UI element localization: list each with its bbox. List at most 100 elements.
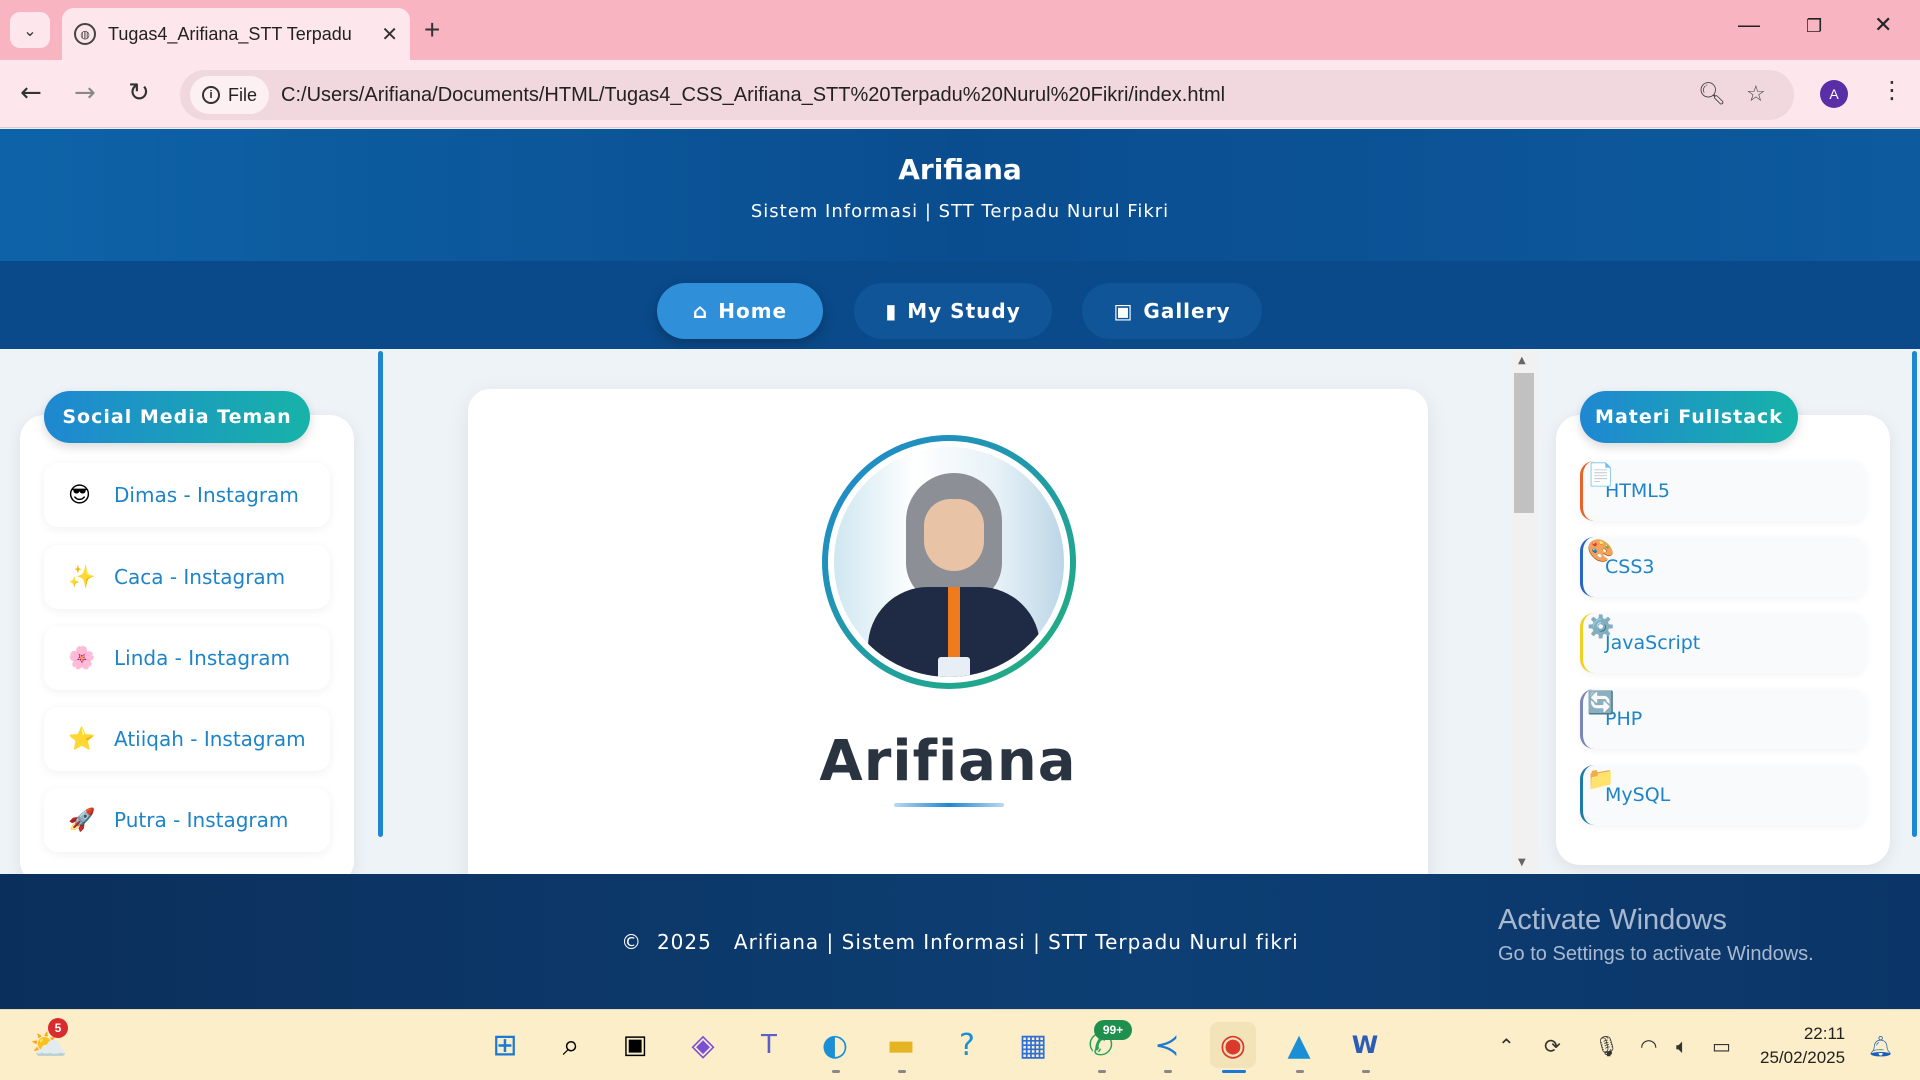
new-tab-icon[interactable]: + bbox=[424, 14, 440, 46]
profile-card: Arifiana bbox=[468, 389, 1428, 909]
browser-tab[interactable]: ◍ Tugas4_Arifiana_STT Terpadu N ✕ bbox=[62, 8, 410, 60]
friend-link[interactable]: 🌸 Linda - Instagram bbox=[44, 626, 330, 690]
page-scrollbar[interactable]: ▲ ▼ bbox=[1512, 349, 1538, 874]
watermark-title: Activate Windows bbox=[1498, 904, 1727, 936]
materi-link[interactable]: 📁 MySQL bbox=[1580, 765, 1866, 825]
folder-emoji-icon: 📁 bbox=[1587, 767, 1615, 792]
gallery-icon: ▣ bbox=[1113, 299, 1134, 323]
start-icon[interactable]: ⊞ bbox=[482, 1022, 528, 1068]
materi-link-label: MySQL bbox=[1605, 784, 1671, 806]
wifi-icon[interactable]: ◠ bbox=[1640, 1034, 1657, 1058]
close-tab-icon[interactable]: ✕ bbox=[381, 22, 398, 46]
back-icon[interactable]: ← bbox=[20, 78, 42, 108]
zoom-icon[interactable]: 🔍︎ bbox=[1698, 82, 1726, 107]
edge-icon[interactable]: ◐ bbox=[812, 1022, 858, 1068]
vscode-running-indicator bbox=[1164, 1070, 1172, 1073]
name-underline-divider bbox=[894, 803, 1004, 807]
weather-badge: 5 bbox=[48, 1018, 68, 1038]
book-icon: ▮ bbox=[885, 299, 898, 323]
materi-link[interactable]: ⚙️ JavaScript bbox=[1580, 613, 1866, 673]
bookmark-star-icon[interactable]: ☆ bbox=[1746, 82, 1766, 107]
url-text[interactable]: C:/Users/Arifiana/Documents/HTML/Tugas4_… bbox=[281, 84, 1225, 107]
vscode-icon[interactable]: ≺ bbox=[1144, 1022, 1190, 1068]
forward-icon[interactable]: → bbox=[74, 78, 96, 108]
friend-link[interactable]: 😎 Dimas - Instagram bbox=[44, 463, 330, 527]
profile-avatar[interactable]: A bbox=[1820, 80, 1848, 108]
tab-search-button[interactable]: ⌄ bbox=[10, 12, 50, 48]
chrome-icon[interactable]: ◉ bbox=[1210, 1022, 1256, 1068]
activate-windows-watermark: Activate Windows Go to Settings to activ… bbox=[1498, 904, 1814, 966]
file-explorer-icon[interactable]: ▬ bbox=[878, 1022, 924, 1068]
close-window-icon[interactable]: ✕ bbox=[1874, 12, 1892, 38]
friend-link[interactable]: ✨ Caca - Instagram bbox=[44, 545, 330, 609]
blossom-emoji-icon: 🌸 bbox=[68, 645, 96, 671]
site-header: Arifiana Sistem Informasi | STT Terpadu … bbox=[0, 129, 1920, 261]
battery-icon[interactable]: ▭ bbox=[1712, 1034, 1731, 1058]
materi-title: Materi Fullstack bbox=[1580, 391, 1798, 443]
sunglasses-emoji-icon: 😎 bbox=[68, 482, 91, 508]
document-emoji-icon: 📄 bbox=[1587, 463, 1615, 488]
social-media-panel: 😎 Dimas - Instagram ✨ Caca - Instagram 🌸… bbox=[20, 415, 354, 885]
system-clock[interactable]: 22:11 25/02/2025 bbox=[1760, 1022, 1845, 1070]
help-icon[interactable]: ? bbox=[944, 1022, 990, 1068]
chrome-active-indicator bbox=[1222, 1070, 1246, 1073]
teams-icon[interactable]: T bbox=[746, 1022, 792, 1068]
windows-taskbar: ⛅ 5 ⊞ ⌕ ▣ ◈ T ◐ ▬ ? ▦ ✆ 99+ ≺ ◉ ▲ W ⌃ ⟳ … bbox=[0, 1009, 1920, 1080]
scrollbar-thumb[interactable] bbox=[1514, 373, 1534, 513]
profile-photo-frame bbox=[822, 435, 1076, 689]
store-icon[interactable]: ▦ bbox=[1010, 1022, 1056, 1068]
show-hidden-icons-chevron-icon[interactable]: ⌃ bbox=[1498, 1034, 1515, 1058]
nav-mystudy-button[interactable]: ▮ My Study bbox=[854, 283, 1052, 339]
materi-link[interactable]: 🎨 CSS3 bbox=[1580, 537, 1866, 597]
copilot-icon[interactable]: ◈ bbox=[680, 1022, 726, 1068]
volume-icon[interactable]: 🔈︎ bbox=[1676, 1034, 1688, 1058]
reload-icon[interactable]: ↻ bbox=[128, 78, 150, 108]
edge-running-indicator bbox=[832, 1070, 840, 1073]
tab-title: Tugas4_Arifiana_STT Terpadu N bbox=[108, 23, 358, 44]
nav-home-label: Home bbox=[718, 299, 788, 323]
materi-link-label: JavaScript bbox=[1605, 632, 1701, 654]
site-info-chip[interactable]: i File bbox=[190, 76, 270, 114]
friend-link-label: Putra - Instagram bbox=[114, 808, 289, 832]
sparkles-emoji-icon: ✨ bbox=[68, 564, 96, 590]
notification-bell-icon[interactable]: 🔔︎ bbox=[1868, 1034, 1893, 1058]
sync-icon[interactable]: ⟳ bbox=[1544, 1034, 1561, 1058]
nav-gallery-button[interactable]: ▣ Gallery bbox=[1082, 283, 1262, 339]
explorer-running-indicator bbox=[898, 1070, 906, 1073]
friend-link-label: Caca - Instagram bbox=[114, 565, 286, 589]
nav-home-button[interactable]: ⌂ Home bbox=[657, 283, 823, 339]
materi-link[interactable]: 🔄 PHP bbox=[1580, 689, 1866, 749]
materi-link[interactable]: 📄 HTML5 bbox=[1580, 461, 1866, 521]
site-subtitle: Sistem Informasi | STT Terpadu Nurul Fik… bbox=[750, 201, 1170, 222]
search-icon[interactable]: ⌕ bbox=[548, 1022, 594, 1068]
omnibox[interactable]: i File C:/Users/Arifiana/Documents/HTML/… bbox=[180, 70, 1794, 120]
friend-link[interactable]: 🚀 Putra - Instagram bbox=[44, 788, 330, 852]
scroll-down-icon[interactable]: ▼ bbox=[1518, 857, 1526, 868]
word-icon[interactable]: W bbox=[1342, 1022, 1388, 1068]
content-area: 😎 Dimas - Instagram ✨ Caca - Instagram 🌸… bbox=[0, 349, 1920, 909]
microphone-icon[interactable]: 🎙︎ bbox=[1594, 1034, 1619, 1058]
profile-name: Arifiana bbox=[819, 729, 1077, 794]
cycle-emoji-icon: 🔄 bbox=[1587, 691, 1615, 716]
scroll-up-icon[interactable]: ▲ bbox=[1518, 355, 1526, 366]
palette-emoji-icon: 🎨 bbox=[1587, 539, 1615, 564]
social-media-title: Social Media Teman bbox=[44, 391, 310, 443]
watermark-subtitle: Go to Settings to activate Windows. bbox=[1498, 943, 1814, 965]
globe-icon: ◍ bbox=[74, 23, 96, 45]
task-view-icon[interactable]: ▣ bbox=[612, 1022, 658, 1068]
whatsapp-running-indicator bbox=[1098, 1070, 1106, 1073]
word-running-indicator bbox=[1362, 1070, 1370, 1073]
friend-link-label: Atiiqah - Instagram bbox=[114, 727, 306, 751]
whatsapp-badge: 99+ bbox=[1094, 1020, 1132, 1040]
minimize-icon[interactable]: — bbox=[1738, 12, 1760, 38]
site-footer: © 2025 Arifiana | Sistem Informasi | STT… bbox=[0, 874, 1920, 1009]
photos-icon[interactable]: ▲ bbox=[1276, 1022, 1322, 1068]
right-panel-scroll-indicator[interactable] bbox=[1912, 351, 1917, 837]
profile-photo bbox=[834, 447, 1064, 677]
star-emoji-icon: ⭐ bbox=[68, 726, 96, 752]
restore-icon[interactable]: ❐ bbox=[1806, 16, 1822, 37]
left-panel-scroll-indicator[interactable] bbox=[378, 351, 383, 837]
friend-link[interactable]: ⭐ Atiiqah - Instagram bbox=[44, 707, 330, 771]
menu-kebab-icon[interactable]: ⋮ bbox=[1880, 76, 1904, 104]
site-nav: ⌂ Home ▮ My Study ▣ Gallery bbox=[0, 261, 1920, 349]
